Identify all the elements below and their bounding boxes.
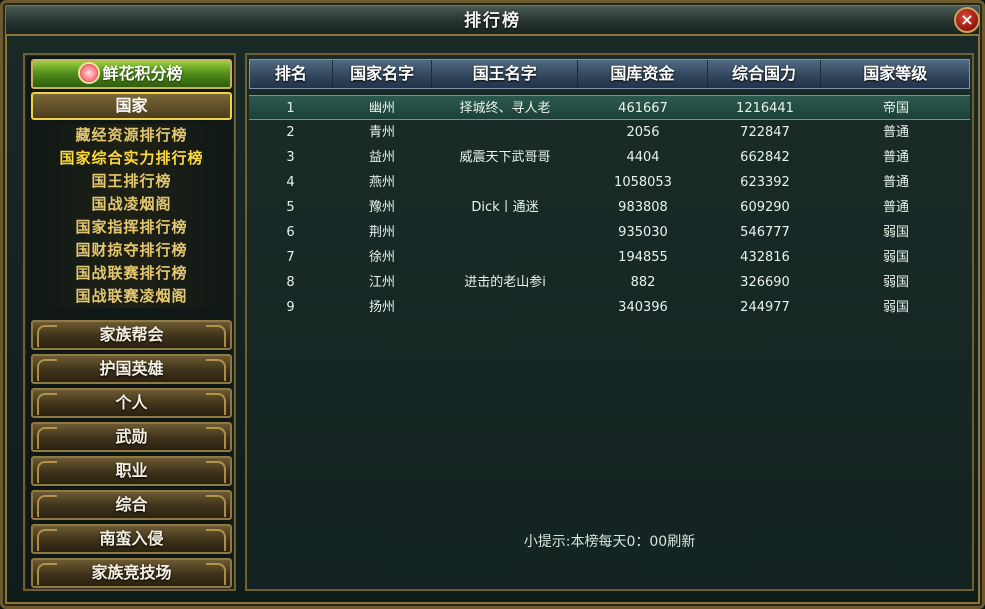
cell-power: 326690 [740, 275, 790, 290]
cell-rank: 3 [286, 150, 295, 165]
flower-ranking-label: 鲜花积分榜 [102, 64, 183, 83]
category-button-family[interactable]: 家族帮会 [31, 320, 232, 350]
cell-power: 609290 [740, 200, 790, 215]
table-row[interactable]: 8 江州 进击的老山参i 882 326690 弱国 [249, 270, 970, 295]
cell-rank: 2 [286, 125, 295, 140]
cell-country-name: 豫州 [368, 200, 395, 215]
window-title: 排行榜 [464, 11, 521, 31]
table-row[interactable]: 1 幽州 择城终、寻人老 461667 1216441 帝国 [249, 95, 970, 120]
category-button-arena[interactable]: 家族竞技场 [31, 558, 232, 588]
cell-country-name: 徐州 [368, 250, 395, 265]
category-button-invasion[interactable]: 南蛮入侵 [31, 524, 232, 554]
subcategory-item-active[interactable]: 国家综合实力排行榜 [31, 147, 232, 170]
table-row[interactable]: 9 扬州 340396 244977 弱国 [249, 295, 970, 320]
cell-treasury: 340396 [618, 300, 668, 315]
cell-country-name: 幽州 [368, 101, 395, 116]
country-subcategory-list: 藏经资源排行榜 国家综合实力排行榜 国王排行榜 国战凌烟阁 国家指挥排行榜 国财… [31, 124, 232, 308]
cell-power: 244977 [740, 300, 790, 315]
cell-power: 722847 [740, 125, 790, 140]
category-button-personal[interactable]: 个人 [31, 388, 232, 418]
cell-power: 662842 [740, 150, 790, 165]
cell-country-name: 益州 [368, 150, 395, 165]
cell-treasury: 882 [630, 275, 656, 290]
header-power[interactable]: 综合国力 [708, 60, 822, 88]
subcategory-item[interactable]: 国家指挥排行榜 [31, 216, 232, 239]
cell-treasury: 461667 [618, 101, 668, 116]
category-button-profession[interactable]: 职业 [31, 456, 232, 486]
cell-power: 432816 [740, 250, 790, 265]
cell-king-name: 择城终、寻人老 [459, 101, 551, 116]
cell-power: 546777 [740, 225, 790, 240]
cell-treasury: 983808 [618, 200, 668, 215]
subcategory-item[interactable]: 国战联赛凌烟阁 [31, 285, 232, 308]
header-country-name[interactable]: 国家名字 [333, 60, 433, 88]
subcategory-item[interactable]: 国王排行榜 [31, 170, 232, 193]
cell-king-name [432, 295, 578, 320]
cell-level: 普通 [882, 200, 909, 215]
table-body: 1 幽州 择城终、寻人老 461667 1216441 帝国 2 青州 2056 722847 普通… [249, 95, 970, 320]
cell-king-name [432, 220, 578, 245]
cell-power: 1216441 [736, 101, 794, 116]
close-icon[interactable]: × [954, 7, 980, 33]
cell-country-name: 扬州 [368, 300, 395, 315]
flower-ranking-tab[interactable]: 鲜花积分榜 [31, 59, 232, 89]
cell-level: 普通 [882, 125, 909, 140]
sidebar: 鲜花积分榜 国家 藏经资源排行榜 国家综合实力排行榜 国王排行榜 国战凌烟阁 国… [23, 53, 236, 591]
cell-rank: 5 [286, 200, 295, 215]
header-treasury[interactable]: 国库资金 [578, 60, 708, 88]
cell-country-name: 荆州 [368, 225, 395, 240]
cell-king-name: 进击的老山参i [464, 275, 546, 290]
table-row[interactable]: 5 豫州 Dick丨通迷 983808 609290 普通 [249, 195, 970, 220]
cell-country-name: 江州 [368, 275, 395, 290]
table-row[interactable]: 4 燕州 1058053 623392 普通 [249, 170, 970, 195]
category-button-merit[interactable]: 武勋 [31, 422, 232, 452]
cell-king-name [432, 120, 578, 145]
cell-king-name: 威震天下武哥哥 [459, 150, 551, 165]
table-row[interactable]: 3 益州 威震天下武哥哥 4404 662842 普通 [249, 145, 970, 170]
ranking-window: 排行榜 × 鲜花积分榜 国家 藏经资源排行榜 国家综合实力排行榜 国王排行榜 国… [0, 0, 985, 609]
subcategory-item[interactable]: 国财掠夺排行榜 [31, 239, 232, 262]
cell-king-name: Dick丨通迷 [471, 200, 539, 215]
cell-rank: 9 [286, 300, 295, 315]
cell-country-name: 青州 [368, 125, 395, 140]
cell-rank: 4 [286, 175, 295, 190]
header-level[interactable]: 国家等级 [821, 60, 969, 88]
cell-country-name: 燕州 [368, 175, 395, 190]
cell-rank: 6 [286, 225, 295, 240]
cell-treasury: 194855 [618, 250, 668, 265]
table-row[interactable]: 2 青州 2056 722847 普通 [249, 120, 970, 145]
cell-treasury: 1058053 [614, 175, 672, 190]
category-button-overall[interactable]: 综合 [31, 490, 232, 520]
cell-king-name [432, 245, 578, 270]
cell-power: 623392 [740, 175, 790, 190]
category-country-tab[interactable]: 国家 [31, 92, 232, 120]
cell-rank: 7 [286, 250, 295, 265]
table-header: 排名 国家名字 国王名字 国库资金 综合国力 国家等级 [249, 59, 970, 89]
cell-level: 弱国 [882, 275, 909, 290]
subcategory-item[interactable]: 藏经资源排行榜 [31, 124, 232, 147]
table-row[interactable]: 7 徐州 194855 432816 弱国 [249, 245, 970, 270]
table-row[interactable]: 6 荆州 935030 546777 弱国 [249, 220, 970, 245]
subcategory-item[interactable]: 国战凌烟阁 [31, 193, 232, 216]
cell-level: 帝国 [882, 101, 909, 116]
header-rank[interactable]: 排名 [250, 60, 333, 88]
refresh-hint: 小提示:本榜每天0：00刷新 [523, 534, 696, 550]
cell-treasury: 935030 [618, 225, 668, 240]
subcategory-item[interactable]: 国战联赛排行榜 [31, 262, 232, 285]
cell-treasury: 4404 [626, 150, 660, 165]
cell-level: 弱国 [882, 225, 909, 240]
cell-level: 弱国 [882, 250, 909, 265]
cell-rank: 8 [286, 275, 295, 290]
cell-level: 弱国 [882, 300, 909, 315]
cell-level: 普通 [882, 175, 909, 190]
cell-king-name [432, 170, 578, 195]
title-bar: 排行榜 [6, 6, 979, 36]
flower-icon [80, 64, 99, 82]
header-king-name[interactable]: 国王名字 [432, 60, 579, 88]
cell-rank: 1 [286, 101, 295, 116]
cell-level: 普通 [882, 150, 909, 165]
ranking-panel: 排名 国家名字 国王名字 国库资金 综合国力 国家等级 1 幽州 择城终、寻人老 46… [245, 53, 974, 591]
cell-treasury: 2056 [626, 125, 660, 140]
category-button-hero[interactable]: 护国英雄 [31, 354, 232, 384]
